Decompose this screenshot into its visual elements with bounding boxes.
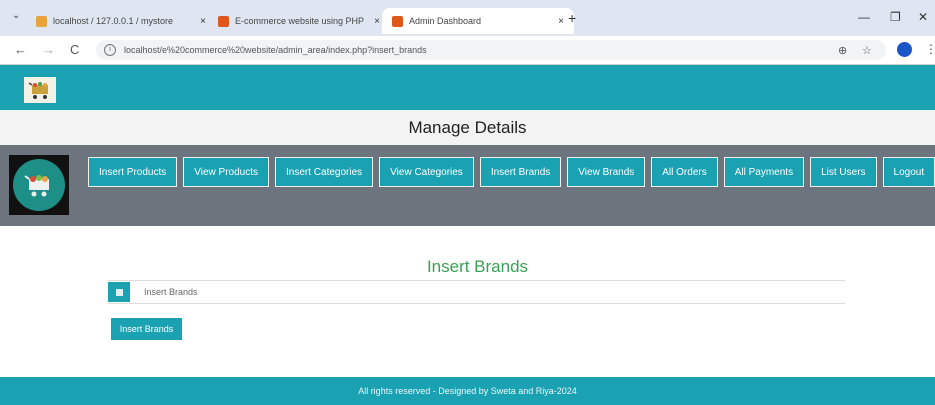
cart-logo-icon[interactable]	[24, 77, 56, 103]
footer-text: All rights reserved - Designed by Sweta …	[0, 377, 935, 405]
tab-title: E-commerce website using PHP	[235, 16, 365, 26]
all-payments-button[interactable]: All Payments	[723, 157, 805, 187]
view-brands-button[interactable]: View Brands	[567, 157, 646, 187]
new-tab-button[interactable]: +	[568, 10, 576, 26]
browser-tab-bar: ⌄ localhost / 127.0.0.1 / mystore × E-co…	[0, 0, 935, 36]
forward-icon[interactable]: →	[42, 42, 55, 57]
logout-button[interactable]: Logout	[882, 157, 935, 187]
close-window-icon[interactable]: ✕	[918, 10, 928, 24]
close-tab-icon[interactable]: ×	[368, 16, 380, 27]
form-title: Insert Brands	[426, 257, 529, 276]
site-favicon-icon	[218, 15, 229, 27]
tab-title: localhost / 127.0.0.1 / mystore	[53, 16, 174, 26]
insert-brands-submit-button[interactable]: Insert Brands	[111, 318, 182, 340]
tab-title: Admin Dashboard	[409, 16, 482, 26]
url-input[interactable]: i localhost/e%20commerce%20website/admin…	[96, 40, 886, 60]
page-title: Manage Details	[0, 110, 935, 145]
insert-products-button[interactable]: Insert Products	[88, 157, 178, 187]
insert-categories-button[interactable]: Insert Categories	[275, 157, 374, 187]
reload-icon[interactable]: C	[70, 42, 79, 57]
tab-search-icon[interactable]: ⌄	[12, 10, 20, 21]
admin-nav-buttons: Insert Products View Products Insert Cat…	[88, 157, 935, 187]
admin-cart-icon	[13, 159, 65, 211]
site-header	[0, 65, 935, 110]
list-users-button[interactable]: List Users	[810, 157, 877, 187]
view-products-button[interactable]: View Products	[183, 157, 270, 187]
restore-icon[interactable]: ❐	[890, 10, 901, 24]
all-orders-button[interactable]: All Orders	[651, 157, 718, 187]
close-tab-icon[interactable]: ×	[552, 16, 564, 27]
site-info-icon[interactable]: i	[104, 44, 116, 56]
receipt-icon	[108, 282, 130, 302]
tab-ecommerce[interactable]: E-commerce website using PHP ×	[218, 8, 380, 34]
brand-title-input[interactable]: Insert Brands	[144, 287, 198, 297]
bookmark-star-icon[interactable]: ☆	[862, 44, 872, 57]
browser-menu-icon[interactable]: ⋮	[925, 42, 935, 56]
phpmyadmin-favicon-icon	[36, 15, 47, 27]
back-icon[interactable]: ←	[14, 42, 27, 57]
site-favicon-icon	[392, 15, 403, 27]
zoom-icon[interactable]: ⊕	[838, 44, 847, 57]
view-categories-button[interactable]: View Categories	[379, 157, 474, 187]
url-text: localhost/e%20commerce%20website/admin_a…	[124, 45, 427, 55]
profile-avatar[interactable]	[897, 42, 912, 57]
tab-phpmyadmin[interactable]: localhost / 127.0.0.1 / mystore ×	[36, 8, 206, 34]
tab-admin-dashboard[interactable]: Admin Dashboard ×	[382, 8, 574, 34]
minimize-icon[interactable]: —	[858, 10, 870, 24]
admin-avatar	[9, 155, 69, 215]
insert-brands-nav-button[interactable]: Insert Brands	[479, 157, 562, 187]
brand-input-group: Insert Brands	[108, 280, 845, 304]
close-tab-icon[interactable]: ×	[194, 16, 206, 27]
address-bar-row: ← → C i localhost/e%20commerce%20website…	[0, 36, 935, 65]
